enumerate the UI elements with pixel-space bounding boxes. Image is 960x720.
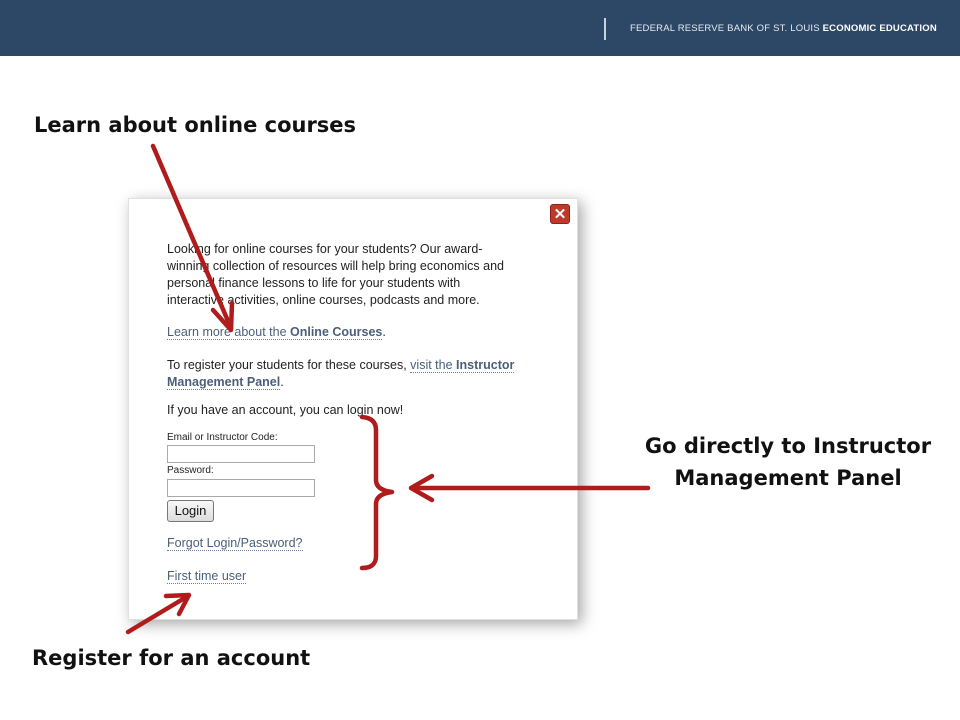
bracket-login-form [359,414,395,571]
arrow-to-learn-more [150,143,234,331]
annotation-overlay [125,143,651,635]
